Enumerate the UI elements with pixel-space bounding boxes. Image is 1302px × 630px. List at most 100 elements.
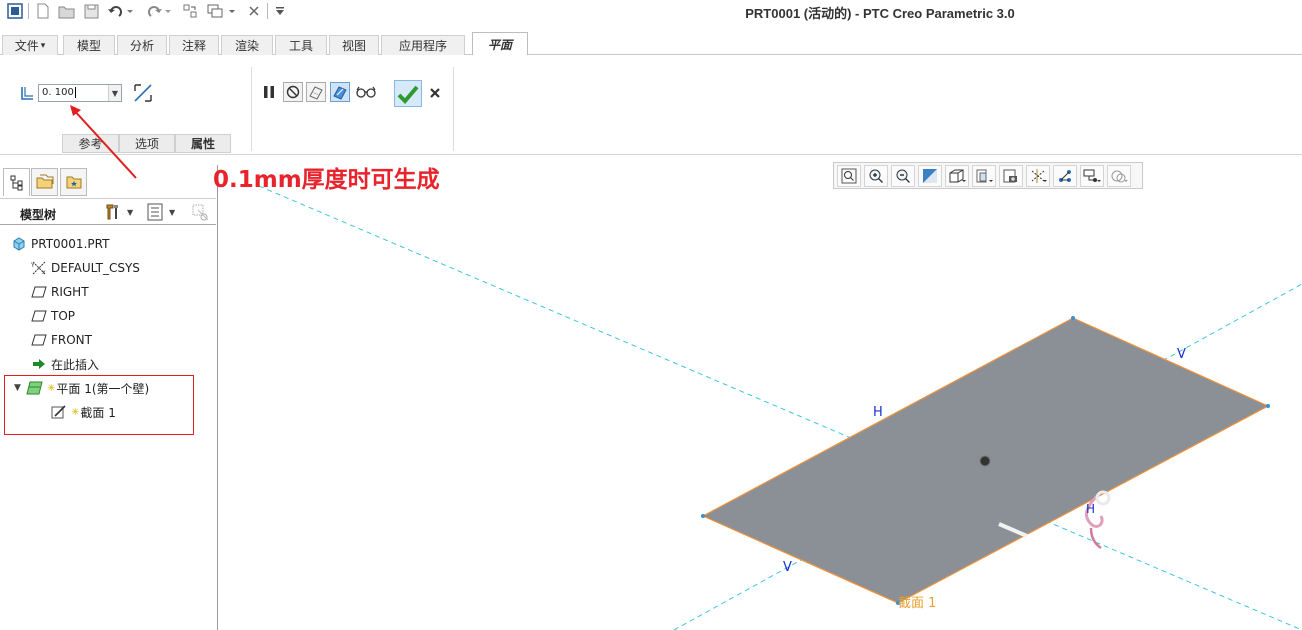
- close-icon: [430, 88, 440, 98]
- tree-show-button[interactable]: ▼: [147, 202, 183, 222]
- chevron-down-icon: ▾: [40, 40, 46, 51]
- tab-analysis[interactable]: 分析: [117, 35, 167, 55]
- new-icon[interactable]: [34, 2, 52, 20]
- tree-item-label: FRONT: [51, 333, 92, 347]
- tools-icon: [106, 204, 118, 220]
- navigator-panel: 模型树 ▼ ▼ PRT0001.PRT Yx DEFAULT_CSYS RIGH…: [0, 165, 218, 630]
- tab-view[interactable]: 视图: [329, 35, 379, 55]
- annotation-text: 0.1mm厚度时可生成: [213, 167, 440, 193]
- datum-display-icon: [1031, 168, 1047, 183]
- undo-icon[interactable]: [105, 2, 135, 20]
- glasses-icon: [356, 86, 376, 98]
- flat-wall-icon: [26, 380, 44, 396]
- h-label: H: [873, 405, 883, 420]
- tree-item-insert-here[interactable]: 在此插入: [30, 354, 99, 374]
- tree-item-right[interactable]: RIGHT: [30, 282, 89, 302]
- expand-triangle-icon[interactable]: ▼: [14, 383, 26, 393]
- folder-icon: [36, 174, 53, 189]
- graphics-window[interactable]: H V V H 截面 1: [219, 156, 1302, 630]
- separate-preview-button[interactable]: [306, 82, 326, 102]
- redo-icon[interactable]: [143, 2, 173, 20]
- checkmark-icon: [397, 85, 419, 104]
- tab-model[interactable]: 模型: [63, 35, 115, 55]
- tab-applications[interactable]: 应用程序: [381, 35, 465, 55]
- saved-orientations-button[interactable]: [972, 164, 996, 187]
- vertex-point: [1071, 316, 1075, 320]
- tree-item-csys[interactable]: Yx DEFAULT_CSYS: [30, 258, 140, 278]
- subtab-properties[interactable]: 属性: [175, 134, 231, 153]
- pause-icon: [264, 86, 274, 98]
- window-title: PRT0001 (活动的) - PTC Creo Parametric 3.0: [745, 6, 1015, 21]
- vertex-point: [701, 514, 705, 518]
- section-label[interactable]: 截面 1: [898, 592, 936, 611]
- separate-preview-icon: [309, 86, 323, 100]
- zoom-in-button[interactable]: [864, 164, 888, 187]
- annotation-display-icon: [1083, 169, 1101, 182]
- tree-item-label: RIGHT: [51, 285, 89, 299]
- tree-item-section[interactable]: ✳ 截面 1: [50, 402, 116, 422]
- model-tree-header: 模型树 ▼ ▼: [0, 198, 216, 225]
- tab-render-label: 渲染: [234, 39, 259, 53]
- spin-center-button[interactable]: [1053, 164, 1077, 187]
- csys-icon: Yx: [30, 260, 48, 276]
- cancel-button[interactable]: [427, 85, 443, 101]
- app-icon[interactable]: [6, 2, 24, 20]
- save-icon[interactable]: [82, 2, 100, 20]
- ribbon-body: 0. 100 ▼ 参考 选项 属性: [0, 55, 1302, 155]
- model-tree-title: 模型树: [20, 208, 57, 222]
- display-style-icon: [949, 169, 966, 182]
- datum-display-button[interactable]: [1026, 164, 1050, 187]
- tree-item-top[interactable]: TOP: [30, 306, 75, 326]
- spin-center-icon: [1059, 169, 1071, 182]
- tree-filter-button[interactable]: [191, 203, 211, 223]
- pause-button[interactable]: [259, 82, 279, 102]
- new-feature-star-icon: ✳: [71, 406, 80, 418]
- appearance-button[interactable]: [1107, 164, 1131, 187]
- ok-button[interactable]: [394, 80, 422, 107]
- tree-settings-button[interactable]: ▼: [103, 202, 139, 222]
- display-style-button[interactable]: [945, 164, 969, 187]
- tree-item-label: DEFAULT_CSYS: [51, 261, 140, 275]
- datum-plane-icon: [30, 308, 48, 324]
- no-preview-button[interactable]: [283, 82, 303, 102]
- tree-item-front[interactable]: FRONT: [30, 330, 92, 350]
- chevron-down-icon: ▼: [111, 88, 119, 98]
- refit-icon: [841, 168, 857, 183]
- tab-annotate[interactable]: 注释: [169, 35, 219, 55]
- windows-icon[interactable]: [206, 2, 238, 20]
- thickness-icon: [18, 84, 36, 102]
- no-preview-icon: [286, 85, 300, 99]
- center-point-icon[interactable]: [979, 455, 991, 467]
- tab-model-label: 模型: [76, 39, 101, 53]
- zoom-out-button[interactable]: [891, 164, 915, 187]
- tab-folder-browser[interactable]: [31, 168, 58, 196]
- tree-item-part[interactable]: PRT0001.PRT: [10, 234, 109, 254]
- tree-item-flat-wall[interactable]: ▼ ✳ 平面 1(第一个壁): [14, 378, 149, 398]
- geometry-preview-button[interactable]: [355, 82, 377, 102]
- tab-model-tree[interactable]: [3, 168, 30, 196]
- tree-item-label: PRT0001.PRT: [31, 237, 110, 251]
- tab-render[interactable]: 渲染: [221, 35, 273, 55]
- annotation-display-button[interactable]: [1080, 164, 1104, 187]
- tab-file[interactable]: 文件 ▾: [2, 35, 58, 55]
- customize-icon[interactable]: [273, 2, 287, 20]
- regenerate-icon[interactable]: [181, 2, 199, 20]
- tab-tools[interactable]: 工具: [275, 35, 327, 55]
- thickness-dropdown[interactable]: ▼: [108, 85, 121, 101]
- tree-item-label: TOP: [51, 309, 76, 323]
- view-manager-button[interactable]: [999, 164, 1023, 187]
- tree-item-label: 平面 1(第一个壁): [56, 381, 150, 396]
- open-icon[interactable]: [57, 2, 77, 20]
- ribbon-tabs: 文件 ▾ 模型 分析 注释 渲染 工具 视图 应用程序 平面: [0, 32, 1302, 56]
- repaint-button[interactable]: [918, 164, 942, 187]
- verify-preview-button[interactable]: [330, 82, 350, 102]
- zoom-out-icon: [896, 169, 910, 183]
- title-bar: PRT0001 (活动的) - PTC Creo Parametric 3.0: [0, 0, 1302, 22]
- tab-applications-label: 应用程序: [398, 39, 447, 53]
- verify-preview-icon: [333, 86, 347, 100]
- refit-button[interactable]: [837, 164, 861, 187]
- view-toolbar: [833, 162, 1143, 189]
- vertex-point: [1266, 404, 1270, 408]
- close-window-icon[interactable]: [246, 2, 262, 20]
- tab-planar[interactable]: 平面: [472, 32, 528, 56]
